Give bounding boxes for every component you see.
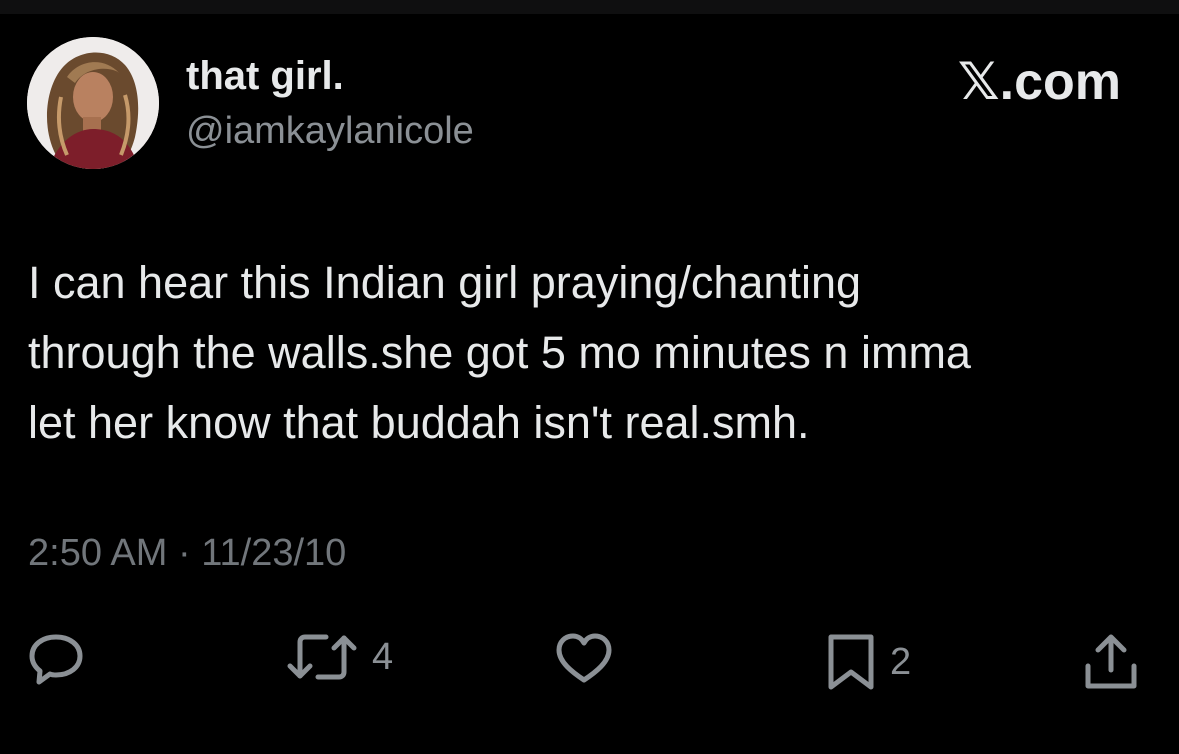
action-bar: 4 2 [0, 620, 1179, 700]
retweet-icon [287, 634, 357, 680]
tweet-line: through the walls.she got 5 mo minutes n… [28, 327, 971, 378]
tweet-line: I can hear this Indian girl praying/chan… [28, 257, 862, 308]
share-icon [1085, 634, 1137, 689]
heart-icon [556, 633, 612, 683]
reply-button[interactable] [27, 632, 85, 686]
bookmark-button[interactable]: 2 [826, 632, 911, 692]
reply-icon [29, 634, 83, 685]
display-name[interactable]: that girl. [186, 54, 344, 99]
tweet-text: I can hear this Indian girl praying/chan… [28, 248, 1138, 458]
tweet-line: let her know that buddah isn't real.smh. [28, 397, 810, 448]
tweet-time: 2:50 AM [28, 532, 168, 574]
like-button[interactable] [554, 632, 614, 686]
bookmark-icon [828, 634, 874, 690]
x-brand-logo: 𝕏.com [957, 53, 1121, 111]
retweet-button[interactable]: 4 [286, 632, 393, 682]
separator-dot: · [177, 532, 191, 574]
retweet-count: 4 [372, 635, 394, 678]
tweet-date: 11/23/10 [201, 532, 347, 574]
user-handle[interactable]: @iamkaylanicole [186, 110, 474, 153]
profile-photo-icon [27, 37, 159, 169]
bookmark-count: 2 [890, 640, 912, 683]
tweet-timestamp[interactable]: 2:50 AM · 11/23/10 [28, 532, 346, 575]
avatar[interactable] [27, 37, 159, 169]
tweet-card: that girl. @iamkaylanicole 𝕏.com I can h… [0, 0, 1179, 754]
share-button[interactable] [1082, 632, 1140, 692]
